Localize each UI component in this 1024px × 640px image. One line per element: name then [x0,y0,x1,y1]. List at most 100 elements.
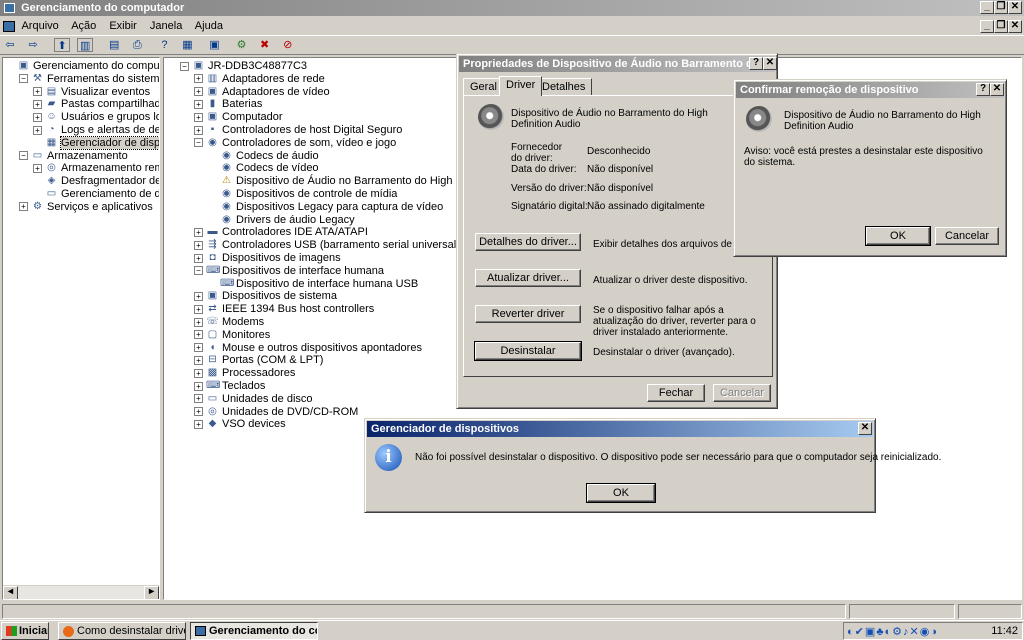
left-tree-item[interactable]: + ▰ Pastas compartilhadas [33,98,159,111]
expand-icon[interactable]: + [194,317,203,327]
left-tree-item[interactable]: ▦Gerenciador de dispositivos [33,135,159,150]
scroll-right-icon[interactable]: ▸ [144,586,159,599]
device-tree-item[interactable]: ◉ Dispositivos de controle de mídia [208,188,397,201]
rollback-driver-button[interactable]: Reverter driver [475,305,581,323]
properties-help-icon[interactable]: ? [749,57,763,70]
device-tree-item[interactable]: + ⇶ Controladores USB (barramento serial u… [194,239,460,252]
start-button[interactable]: Iniciar [1,622,49,640]
error-title-bar[interactable]: Gerenciador de dispositivos [367,421,873,437]
left-horizontal-scrollbar[interactable]: ◂ ▸ [3,585,159,599]
menu-arquivo[interactable]: Arquivo [21,20,58,32]
device-tree-item[interactable]: + ▥ Adaptadores de rede [194,73,325,86]
collapse-icon[interactable]: − [180,61,189,71]
device-tree-item[interactable]: + ◖ Mouse e outros dispositivos apontadore… [194,342,422,355]
properties-close-icon[interactable]: ✕ [763,57,777,70]
menu-acao[interactable]: Ação [71,20,96,32]
update-driver-icon[interactable]: ⚙ [234,38,250,52]
menu-ajuda[interactable]: Ajuda [195,20,223,32]
device-tree-item[interactable]: ◉ Codecs de vídeo [208,162,318,175]
expand-icon[interactable]: + [194,330,203,340]
tab-driver[interactable]: Driver [499,76,543,96]
print-icon[interactable]: ⎙ [129,38,145,52]
device-tree-item[interactable]: + ▪ Controladores de host Digital Seguro [194,124,402,137]
child-close-icon[interactable]: ✕ [1008,20,1022,33]
properties-icon[interactable]: ▤ [106,38,122,52]
device-tree-item[interactable]: + ⌨ Teclados [194,380,265,393]
expand-icon[interactable]: + [194,304,203,314]
device-tree-item[interactable]: + ▭ Unidades de disco [194,393,313,406]
expand-icon[interactable]: + [194,407,203,417]
confirm-close-icon[interactable]: ✕ [990,83,1004,96]
device-tree-item[interactable]: ◉ Codecs de áudio [208,150,318,163]
expand-icon[interactable]: + [194,291,203,301]
left-tree-item[interactable]: + ⚙ Serviços e aplicativos [19,201,153,214]
collapse-icon[interactable]: − [19,151,28,161]
error-close-icon[interactable]: ✕ [858,422,872,435]
left-tree-pane[interactable]: ▣Gerenciamento do computador (loca−⚒Ferr… [2,57,160,600]
up-folder-icon[interactable]: ⬆ [54,38,71,52]
scan-hardware-icon[interactable]: ▣ [207,38,223,52]
properties-title-bar[interactable]: Propriedades de Dispositivo de Áudio no … [459,56,775,72]
device-tree-item[interactable]: + ◎ Unidades de DVD/CD-ROM [194,406,358,419]
device-tree-item[interactable]: + ⇄ IEEE 1394 Bus host controllers [194,303,374,316]
tray-icons[interactable]: ◐✔▣♣◐⚙♪✕◉◑ [847,625,938,638]
expand-icon[interactable]: + [194,253,203,263]
close-icon[interactable]: ✕ [1008,1,1022,14]
device-tree-item[interactable]: ⌨ Dispositivo de interface humana USB [208,278,418,291]
expand-icon[interactable]: + [19,202,28,212]
expand-icon[interactable]: + [194,381,203,391]
device-tree-item[interactable]: + ▣ Adaptadores de vídeo [194,86,330,99]
expand-icon[interactable]: + [194,368,203,378]
update-driver-button[interactable]: Atualizar driver... [475,269,581,287]
device-tree-item[interactable]: + ☏ Modems [194,316,264,329]
expand-icon[interactable]: + [33,163,42,173]
expand-icon[interactable]: + [33,99,42,109]
left-tree-item[interactable]: + ◔ Logs e alertas de desempen [33,124,159,137]
expand-icon[interactable]: + [194,394,203,404]
confirm-title-bar[interactable]: Confirmar remoção de dispositivo [736,82,1004,98]
uninstall-button[interactable]: Desinstalar [474,341,582,361]
expand-icon[interactable]: + [33,125,42,135]
uninstall-icon[interactable]: ✖ [257,38,273,52]
device-tree-item[interactable]: + ◘ Dispositivos de imagens [194,252,341,265]
menu-exibir[interactable]: Exibir [109,20,137,32]
device-tree-item[interactable]: + ▣ Computador [194,111,283,124]
device-tree-item[interactable]: − ◉ Controladores de som, vídeo e jogo [194,137,396,150]
child-minimize-icon[interactable]: _ [980,20,994,33]
left-tree-item[interactable]: ◈ Desfragmentador de disco [33,175,159,188]
disable-icon[interactable]: ⊘ [280,38,296,52]
tab-detalhes[interactable]: Detalhes [535,78,593,96]
device-tree-item[interactable]: + ▣ Dispositivos de sistema [194,290,337,303]
device-tree-item[interactable]: + ⊟ Portas (COM & LPT) [194,354,323,367]
left-tree-item[interactable]: ▣ Gerenciamento do computador (loca [5,60,159,73]
help-icon[interactable]: ? [156,38,172,52]
device-tree-item[interactable]: ◉ Dispositivos Legacy para captura de víd… [208,201,443,214]
expand-icon[interactable]: + [33,112,42,122]
expand-icon[interactable]: + [194,112,203,122]
view-icon[interactable]: ▦ [179,38,195,52]
expand-icon[interactable]: + [194,419,203,429]
left-tree-item[interactable]: + ☺ Usuários e grupos locais [33,111,159,124]
expand-icon[interactable]: + [194,355,203,365]
expand-icon[interactable]: + [194,343,203,353]
expand-icon[interactable]: + [194,227,203,237]
expand-icon[interactable]: + [194,87,203,97]
left-tree-item[interactable]: − ▭ Armazenamento [19,150,128,163]
forward-icon[interactable]: ⇨ [25,38,41,52]
confirm-help-icon[interactable]: ? [976,83,990,96]
minimize-icon[interactable]: _ [980,1,994,14]
driver-details-button[interactable]: Detalhes do driver... [475,233,581,251]
device-tree-item[interactable]: + ▮ Baterias [194,98,262,111]
collapse-icon[interactable]: − [194,266,203,276]
left-tree-item[interactable]: + ▤ Visualizar eventos [33,86,150,99]
show-tree-icon[interactable]: ▥ [77,38,94,52]
device-tree-item[interactable]: + ▢ Monitores [194,329,270,342]
child-restore-icon[interactable]: ❐ [994,20,1008,33]
collapse-icon[interactable]: − [194,138,203,148]
expand-icon[interactable]: + [194,240,203,250]
taskbar-task-computer-management[interactable]: Gerenciamento do co... [190,622,318,640]
device-tree-item[interactable]: + ▬ Controladores IDE ATA/ATAPI [194,226,368,239]
tab-geral[interactable]: Geral [463,78,504,96]
menu-janela[interactable]: Janela [150,20,182,32]
device-tree-item[interactable]: + ◆ VSO devices [194,418,286,431]
